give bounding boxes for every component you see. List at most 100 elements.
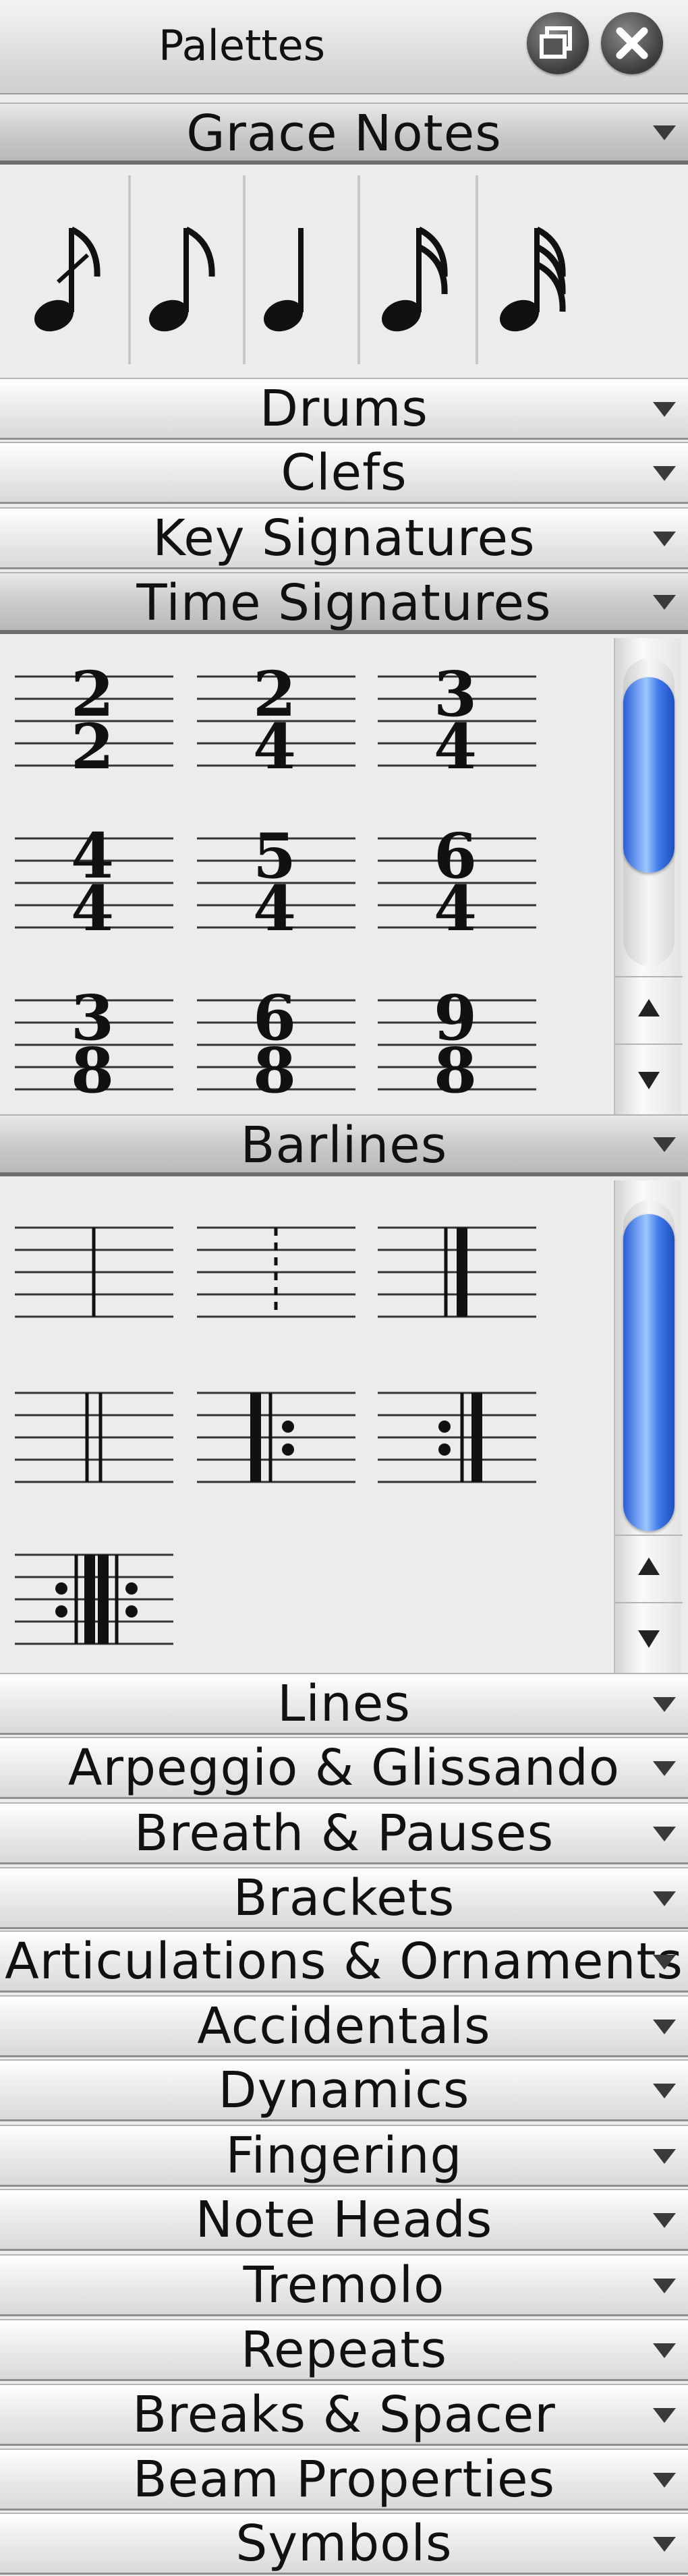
close-button[interactable] [601,12,663,74]
grace-note-cell[interactable] [361,181,476,363]
time-signature-denominator: 8 [253,1034,296,1107]
time-signature-cell[interactable]: 44 [15,824,173,945]
section-header-breath-and-pauses[interactable]: Breath & Pauses [0,1802,688,1864]
time-signature-cell[interactable]: 22 [15,662,173,783]
section-header-grace-notes[interactable]: Grace Notes [0,103,688,165]
scroll-track[interactable] [623,658,675,966]
section-header-articulations-and-ornaments[interactable]: Articulations & Ornaments [0,1930,688,1993]
scroll-down-button[interactable] [615,1602,683,1671]
barlines-palette-grid [0,1180,688,1673]
acciaccatura-eighth-icon [34,226,101,332]
section-header-label: Brackets [233,1869,455,1927]
barline-cell[interactable] [378,1214,536,1329]
time-signature-denominator: 4 [253,872,296,945]
time-signature-icon: 22 [15,662,173,783]
disclosure-arrow-icon[interactable] [653,2536,676,2552]
disclosure-arrow-icon[interactable] [653,2148,676,2164]
disclosure-arrow-icon[interactable] [653,2343,676,2358]
disclosure-arrow-icon[interactable] [653,465,676,481]
disclosure-arrow-icon[interactable] [653,1891,676,1906]
scroll-up-button[interactable] [615,976,683,1045]
section-header-label: Note Heads [195,2191,493,2249]
barline-cell[interactable] [15,1541,173,1656]
section-header-accidentals[interactable]: Accidentals [0,1995,688,2057]
section-header-label: Symbols [235,2515,453,2573]
section-header-breaks-and-spacer[interactable]: Breaks & Spacer [0,2384,688,2446]
disclosure-arrow-icon[interactable] [653,125,676,140]
barline-cell[interactable] [197,1214,355,1329]
disclosure-arrow-icon[interactable] [653,1761,676,1776]
scroll-down-button[interactable] [615,1043,683,1112]
barline-cell[interactable] [15,1214,173,1329]
section-header-clefs[interactable]: Clefs [0,442,688,504]
time-signature-cell[interactable]: 34 [378,662,536,783]
barline-cell[interactable] [197,1379,355,1494]
grace-note-cell[interactable] [128,181,243,363]
section-header-note-heads[interactable]: Note Heads [0,2189,688,2251]
section-header-tremolo[interactable]: Tremolo [0,2254,688,2316]
disclosure-arrow-icon[interactable] [653,1826,676,1841]
section-header-label: Breaks & Spacer [132,2386,556,2444]
disclosure-arrow-icon[interactable] [653,2212,676,2228]
section-header-brackets[interactable]: Brackets [0,1867,688,1929]
time-signature-icon: 54 [197,824,355,945]
appoggiatura-eighth-icon [148,226,215,332]
disclosure-arrow-icon[interactable] [653,531,676,546]
section-header-label: Accidentals [197,1997,491,2055]
time-signature-cell[interactable]: 98 [378,985,536,1107]
section-header-lines[interactable]: Lines [0,1673,688,1735]
disclosure-arrow-icon[interactable] [653,1696,676,1712]
grace-note-cell[interactable] [13,181,128,363]
section-header-key-signatures[interactable]: Key Signatures [0,507,688,569]
disclosure-arrow-icon[interactable] [653,401,676,417]
time-signature-cell[interactable]: 38 [15,985,173,1107]
time-signatures-palette-grid: 222434445464386898 [0,638,688,1114]
section-header-drums[interactable]: Drums [0,378,688,440]
time-signature-cell[interactable]: 24 [197,662,355,783]
window-title: Palettes [159,21,326,70]
disclosure-arrow-icon[interactable] [653,1954,676,1970]
scroll-thumb[interactable] [623,677,675,873]
time-signature-denominator: 8 [71,1034,114,1107]
section-header-symbols[interactable]: Symbols [0,2513,688,2575]
grace-divider [476,175,478,364]
scroll-up-button[interactable] [615,1535,683,1603]
section-header-time-signatures[interactable]: Time Signatures [0,572,688,634]
time-signature-denominator: 2 [71,710,114,783]
disclosure-arrow-icon[interactable] [653,595,676,610]
scroll-thumb[interactable] [623,1214,675,1531]
end-start-repeat-barline-icon [15,1553,173,1645]
grace-note-cell[interactable] [243,181,357,363]
section-header-label: Arpeggio & Glissando [67,1739,621,1797]
time-signature-denominator: 8 [434,1034,477,1107]
grace-note-cell[interactable] [479,181,594,363]
time-signature-cell[interactable]: 68 [197,985,355,1107]
section-header-repeats[interactable]: Repeats [0,2319,688,2381]
time-signature-cell[interactable]: 54 [197,824,355,945]
disclosure-arrow-icon[interactable] [653,2472,676,2488]
section-header-dynamics[interactable]: Dynamics [0,2059,688,2121]
vertical-scrollbar[interactable] [614,1180,683,1673]
section-header-arpeggio-and-glissando[interactable]: Arpeggio & Glissando [0,1737,688,1799]
section-header-label: Time Signatures [136,574,552,632]
section-header-label: Repeats [240,2321,448,2379]
restore-button[interactable] [527,12,589,74]
disclosure-arrow-icon[interactable] [653,1137,676,1152]
section-header-barlines[interactable]: Barlines [0,1114,688,1176]
section-header-label: Key Signatures [152,509,536,567]
section-header-beam-properties[interactable]: Beam Properties [0,2449,688,2511]
barline-cell[interactable] [15,1379,173,1494]
barline-cell[interactable] [378,1379,536,1494]
vertical-scrollbar[interactable] [614,638,683,1114]
disclosure-arrow-icon[interactable] [653,2019,676,2034]
scroll-track[interactable] [623,1201,675,1531]
disclosure-arrow-icon[interactable] [653,2278,676,2293]
title-bar: Palettes [0,0,688,94]
time-signature-cell[interactable]: 64 [378,824,536,945]
section-header-fingering[interactable]: Fingering [0,2125,688,2187]
disclosure-arrow-icon[interactable] [653,2407,676,2423]
arrow-up-icon [638,1557,660,1575]
disclosure-arrow-icon[interactable] [653,2083,676,2098]
grace-notes-palette-grid [0,169,688,378]
section-header-label: Dynamics [218,2061,470,2119]
